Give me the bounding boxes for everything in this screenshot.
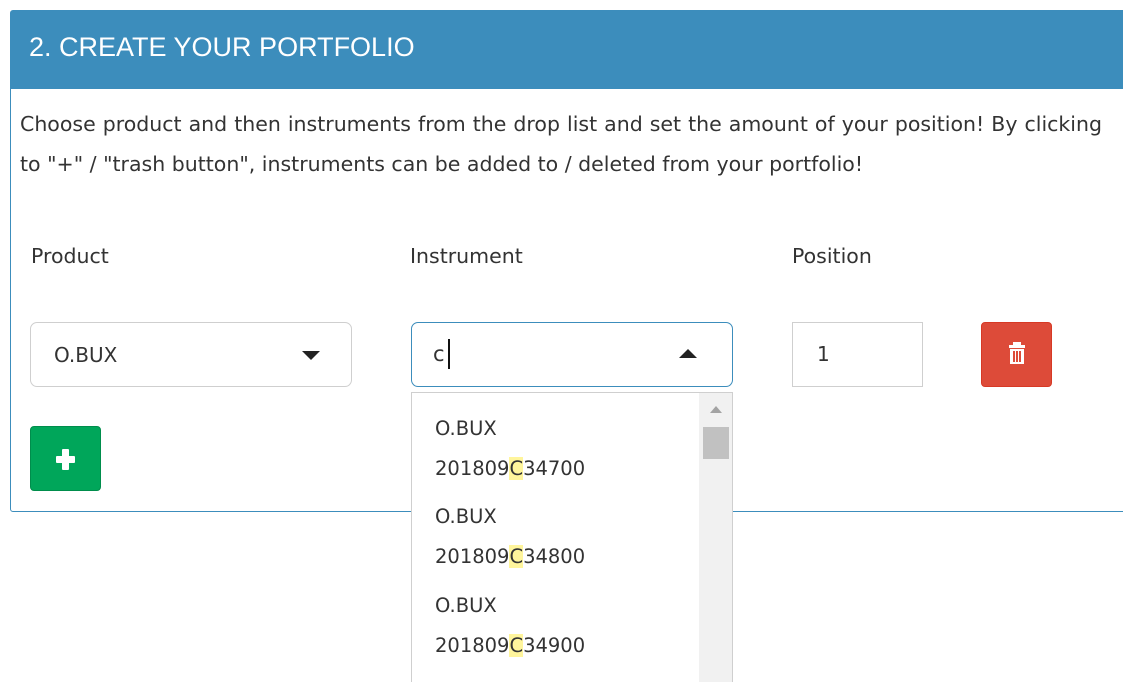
dropdown-option[interactable]: O.BUX 201809C34700 (435, 409, 585, 489)
text-cursor (448, 339, 450, 369)
position-label: Position (792, 244, 872, 268)
instrument-select[interactable]: c (411, 322, 733, 387)
dropdown-option[interactable]: O.BUX 201809C34800 (435, 497, 585, 577)
option-code: 201809C34800 (435, 545, 586, 568)
instrument-dropdown-list[interactable]: O.BUX 201809C34700 O.BUX 201809C34800 O.… (411, 392, 733, 682)
product-select[interactable]: O.BUX (30, 322, 352, 387)
instrument-label: Instrument (410, 244, 523, 268)
position-input[interactable]: 1 (792, 322, 923, 387)
caret-down-icon (302, 351, 320, 360)
scroll-up-icon[interactable] (710, 406, 722, 413)
caret-up-icon (679, 349, 697, 358)
delete-instrument-button[interactable] (981, 322, 1052, 387)
dropdown-scrollbar[interactable] (699, 393, 732, 682)
panel-title: 2. CREATE YOUR PORTFOLIO (29, 32, 415, 62)
dropdown-option[interactable]: O.BUX 201809C34900 (435, 586, 585, 666)
match-highlight: C (509, 634, 524, 657)
option-code: 201809C34900 (435, 634, 586, 657)
add-instrument-button[interactable] (30, 426, 101, 491)
product-label: Product (31, 244, 109, 268)
match-highlight: C (509, 457, 524, 480)
option-product: O.BUX (435, 417, 497, 440)
scroll-thumb[interactable] (703, 427, 729, 459)
option-product: O.BUX (435, 505, 497, 528)
product-select-value: O.BUX (54, 343, 118, 367)
trash-icon (1009, 342, 1025, 364)
panel-header: 2. CREATE YOUR PORTFOLIO (11, 11, 1123, 89)
option-product: O.BUX (435, 594, 497, 617)
option-code: 201809C34700 (435, 457, 586, 480)
match-highlight: C (509, 545, 524, 568)
instrument-search-text[interactable]: c (433, 342, 445, 366)
instructions-text: Choose product and then instruments from… (20, 112, 1102, 176)
